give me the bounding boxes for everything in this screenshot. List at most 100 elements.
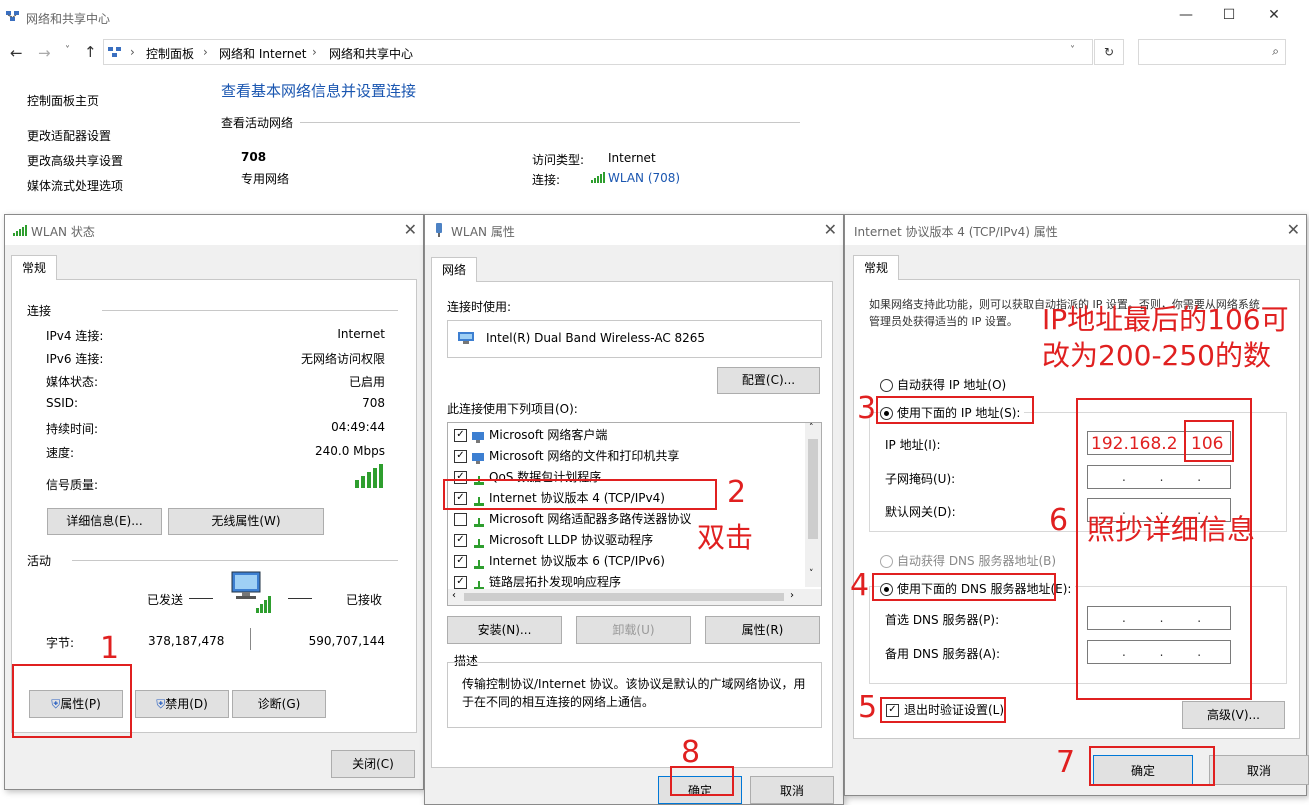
ipv4-label: IPv4 连接: — [46, 329, 104, 343]
auto-ip-radio[interactable] — [880, 379, 893, 392]
cancel-button[interactable]: 取消 — [750, 776, 834, 804]
wireless-properties-button[interactable]: 无线属性(W) — [168, 508, 324, 535]
list-item[interactable]: ✓ Microsoft 网络客户端 — [454, 425, 607, 445]
list-item-label: Microsoft LLDP 协议驱动程序 — [489, 533, 654, 547]
auto-dns-option[interactable]: 自动获得 DNS 服务器地址(B) — [880, 552, 1056, 569]
media-state-value: 已启用 — [348, 375, 385, 389]
up-arrow-icon[interactable]: ↑ — [84, 43, 97, 61]
close-button[interactable]: 关闭(C) — [331, 750, 415, 778]
shield-icon: ⛨ — [156, 697, 166, 711]
sidebar-item-home[interactable]: 控制面板主页 — [27, 92, 99, 109]
close-icon[interactable]: ✕ — [404, 220, 417, 239]
address-dropdown-icon[interactable]: ˅ — [1070, 45, 1075, 56]
back-arrow-icon[interactable]: ← — [10, 44, 23, 62]
received-label: 已接收 — [346, 593, 383, 607]
scroll-up-icon[interactable]: ˄ — [809, 423, 814, 433]
dialog-title: WLAN 状态 — [31, 225, 95, 239]
details-button[interactable]: 详细信息(E)... — [47, 508, 162, 535]
close-icon[interactable]: ✕ — [1287, 220, 1300, 239]
breadcrumb-sharing-center[interactable]: 网络和共享中心 — [329, 45, 413, 62]
list-item[interactable]: Microsoft 网络适配器多路传送器协议 — [454, 509, 691, 529]
breadcrumb-control-panel[interactable]: 控制面板 — [146, 45, 194, 62]
close-window-button[interactable]: ✕ — [1254, 2, 1294, 28]
list-item-label: Microsoft 网络适配器多路传送器协议 — [489, 512, 692, 526]
configure-button[interactable]: 配置(C)... — [717, 367, 820, 394]
bytes-received-value: 590,707,144 — [308, 634, 385, 648]
adapter-icon — [434, 223, 444, 237]
disable-button[interactable]: ⛨禁用(D) — [135, 690, 229, 718]
active-networks-label: 查看活动网络 — [221, 116, 294, 130]
tab-general[interactable]: 常规 — [11, 255, 58, 280]
close-icon[interactable]: ✕ — [824, 220, 837, 239]
scroll-thumb[interactable] — [464, 593, 784, 601]
connect-using-label: 连接时使用: — [447, 300, 512, 314]
advanced-button[interactable]: 高级(V)... — [1182, 701, 1285, 729]
auto-dns-radio[interactable] — [880, 555, 893, 568]
recent-dropdown-icon[interactable]: ˅ — [65, 45, 70, 56]
annotation-step-2: 2 — [727, 475, 747, 510]
list-item[interactable]: ✓ Microsoft 网络的文件和打印机共享 — [454, 446, 679, 466]
uninstall-button[interactable]: 卸载(U) — [576, 616, 691, 644]
wlan-connection-link[interactable]: WLAN (708) — [608, 171, 680, 185]
refresh-button[interactable]: ↻ — [1094, 39, 1124, 65]
checkbox[interactable]: ✓ — [454, 576, 467, 589]
scroll-left-icon[interactable]: ‹ — [452, 590, 456, 601]
annotation-box-last-octet — [1184, 420, 1234, 462]
cancel-button[interactable]: 取消 — [1209, 755, 1309, 785]
annotation-box-manual-dns — [872, 573, 1056, 601]
list-item[interactable]: ✓ Internet 协议版本 6 (TCP/IPv6) — [454, 551, 665, 571]
scroll-right-icon[interactable]: › — [790, 590, 794, 601]
auto-ip-label: 自动获得 IP 地址(O) — [897, 378, 1007, 392]
main-content: 查看基本网络信息并设置连接 查看活动网络 708 专用网络 访问类型: Inte… — [210, 70, 1300, 210]
checkbox[interactable]: ✓ — [454, 555, 467, 568]
checkbox[interactable] — [454, 513, 467, 526]
protocol-icon — [472, 556, 486, 569]
search-input[interactable]: ⌕ — [1138, 39, 1286, 65]
items-list: ✓ Microsoft 网络客户端 ✓ Microsoft 网络的文件和打印机共享 … — [447, 422, 822, 606]
disable-button-label: 禁用(D) — [165, 697, 208, 711]
access-type-label: 访问类型: — [532, 153, 585, 167]
minimize-button[interactable]: — — [1166, 2, 1206, 28]
checkbox[interactable]: ✓ — [454, 534, 467, 547]
install-button[interactable]: 安装(N)... — [447, 616, 562, 644]
auto-ip-option[interactable]: 自动获得 IP 地址(O) — [880, 376, 1006, 393]
annotation-box-ipv4-item — [443, 479, 717, 510]
refresh-icon: ↻ — [1103, 45, 1115, 59]
checkbox[interactable]: ✓ — [454, 450, 467, 463]
client-icon — [472, 451, 486, 464]
maximize-button[interactable]: ☐ — [1209, 2, 1249, 28]
sidebar-item-media-streaming[interactable]: 媒体流式处理选项 — [27, 177, 123, 194]
breadcrumb-separator-icon: › — [130, 45, 135, 59]
list-item-label: Microsoft 网络客户端 — [489, 428, 608, 442]
ssid-label: SSID: — [46, 396, 79, 410]
horizontal-scrollbar[interactable]: ‹ › — [448, 589, 821, 605]
alternate-dns-label: 备用 DNS 服务器(A): — [885, 647, 1001, 661]
list-item-label: Microsoft 网络的文件和打印机共享 — [489, 449, 680, 463]
sent-label: 已发送 — [147, 593, 184, 607]
address-bar-row: ← → ˅ ↑ › 控制面板 › 网络和 Internet › 网络和共享中心 … — [0, 36, 1309, 70]
sidebar-item-advanced-sharing[interactable]: 更改高级共享设置 — [27, 152, 123, 169]
breadcrumb-separator-icon: › — [312, 45, 317, 59]
vertical-scrollbar[interactable]: ˄ ˅ — [805, 423, 821, 587]
preferred-dns-label: 首选 DNS 服务器(P): — [885, 613, 1000, 627]
scroll-down-icon[interactable]: ˅ — [809, 569, 814, 579]
annotation-step-3: 3 — [857, 391, 877, 426]
window-title: 网络和共享中心 — [26, 12, 111, 26]
item-properties-button[interactable]: 属性(R) — [705, 616, 820, 644]
protocol-icon — [472, 514, 486, 527]
bytes-label: 字节: — [46, 636, 75, 650]
annotation-step-7: 7 — [1056, 745, 1076, 780]
address-bar[interactable]: › 控制面板 › 网络和 Internet › 网络和共享中心 ˅ — [103, 39, 1093, 65]
scroll-thumb[interactable] — [808, 439, 818, 539]
forward-arrow-icon[interactable]: → — [38, 44, 51, 62]
checkbox[interactable]: ✓ — [454, 429, 467, 442]
tab-general[interactable]: 常规 — [853, 255, 900, 280]
sidebar-item-adapter-settings[interactable]: 更改适配器设置 — [27, 127, 111, 144]
diagnose-button[interactable]: 诊断(G) — [232, 690, 326, 718]
main-window-titlebar: 网络和共享中心 — ☐ ✕ — [0, 0, 1309, 34]
tab-network[interactable]: 网络 — [431, 257, 478, 282]
list-item[interactable]: ✓ Microsoft LLDP 协议驱动程序 — [454, 530, 653, 550]
annotation-box-manual-ip — [876, 396, 1034, 424]
breadcrumb-network-internet[interactable]: 网络和 Internet — [219, 45, 306, 62]
annotation-box-wlan-ok — [670, 766, 734, 796]
